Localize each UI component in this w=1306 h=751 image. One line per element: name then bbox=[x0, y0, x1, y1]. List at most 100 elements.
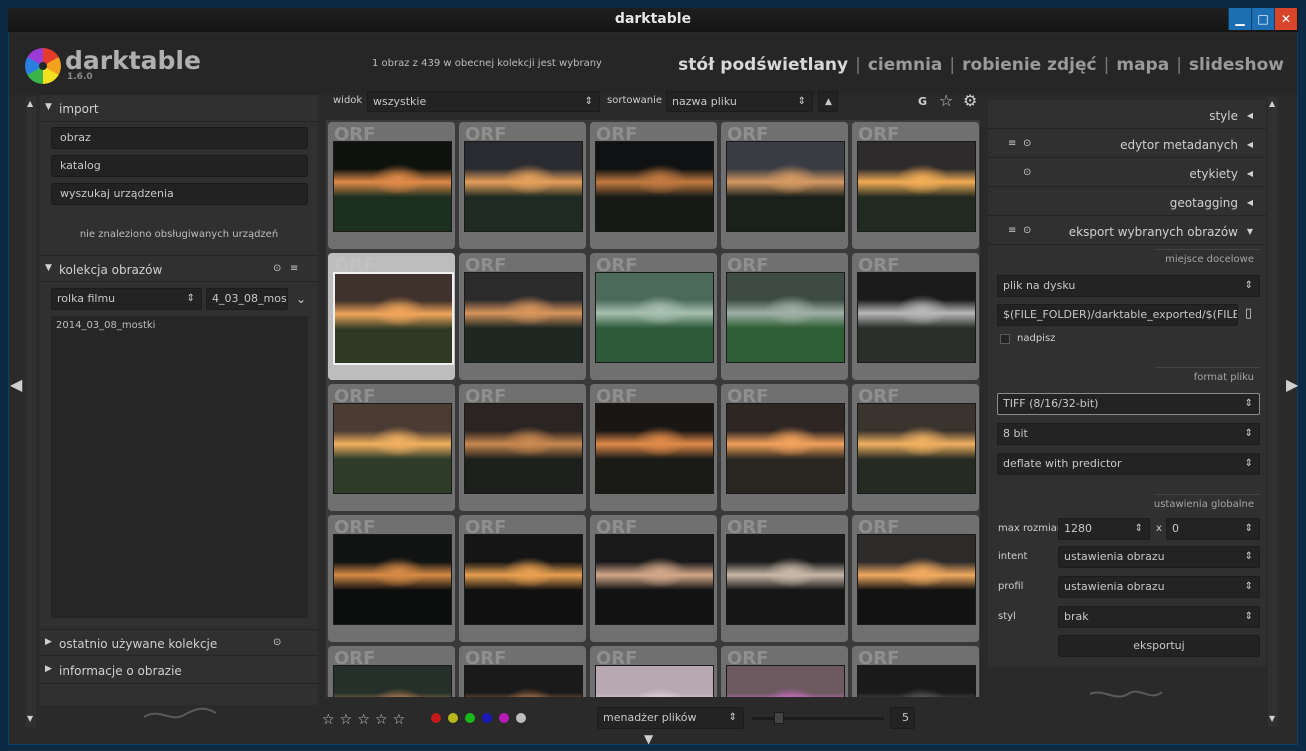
thumbnail[interactable]: ORF bbox=[459, 515, 586, 642]
thumbnail[interactable]: ORF bbox=[459, 646, 586, 697]
collapse-bottom-panel-icon[interactable]: ▼ bbox=[644, 732, 653, 746]
thumbnail[interactable]: ORF bbox=[459, 253, 586, 380]
zoom-slider-track[interactable] bbox=[752, 717, 884, 720]
zoom-input[interactable]: 5 bbox=[890, 707, 915, 729]
color-label-icon[interactable] bbox=[516, 713, 526, 723]
export-module-header[interactable]: ≡ ⊙ eksport wybranych obrazów ▼ bbox=[988, 218, 1266, 245]
scroll-down-icon[interactable]: ▼ bbox=[1269, 714, 1275, 723]
view-filter-combo[interactable]: wszystkie ⇕ bbox=[367, 91, 600, 112]
close-button[interactable]: ✕ bbox=[1274, 8, 1297, 30]
presets-icon[interactable]: ≡ bbox=[1008, 225, 1016, 236]
thumbnail[interactable]: ORF bbox=[852, 253, 979, 380]
color-label-icon[interactable] bbox=[482, 713, 492, 723]
thumbnail[interactable]: ORF bbox=[721, 646, 848, 697]
thumbnail[interactable]: ORF bbox=[590, 122, 717, 249]
thumbnail[interactable]: ORF bbox=[852, 122, 979, 249]
collection-criterion-combo[interactable]: rolka filmu ⇕ bbox=[51, 288, 202, 310]
sort-combo[interactable]: nazwa pliku ⇕ bbox=[666, 91, 813, 112]
thumbnail[interactable]: ORF bbox=[852, 384, 979, 511]
reset-icon[interactable]: ⊙ bbox=[1023, 138, 1031, 149]
star-overlay-icon[interactable]: ☆ bbox=[939, 91, 953, 110]
overwrite-checkbox[interactable] bbox=[1000, 334, 1010, 344]
rating-star-icon[interactable]: ☆ bbox=[357, 712, 370, 728]
rating-star-icon[interactable]: ☆ bbox=[375, 712, 388, 728]
rating-star-icon[interactable]: ☆ bbox=[340, 712, 353, 728]
import-folder-button[interactable]: katalog bbox=[51, 155, 308, 177]
thumbnail[interactable]: ORF bbox=[459, 384, 586, 511]
export-button[interactable]: eksportuj bbox=[1058, 635, 1260, 657]
thumbnail[interactable]: ORF bbox=[328, 646, 455, 697]
reset-icon[interactable]: ⊙ bbox=[273, 263, 281, 274]
gear-icon[interactable]: ⚙ bbox=[963, 91, 977, 110]
grouping-button[interactable]: G bbox=[918, 95, 927, 108]
style-combo[interactable]: brak ⇕ bbox=[1058, 606, 1260, 628]
scroll-up-icon[interactable]: ▲ bbox=[27, 99, 33, 108]
profile-combo[interactable]: ustawienia obrazu ⇕ bbox=[1058, 576, 1260, 598]
presets-icon[interactable]: ≡ bbox=[290, 263, 298, 274]
presets-icon[interactable]: ≡ bbox=[1008, 138, 1016, 149]
export-path-input[interactable]: $(FILE_FOLDER)/darktable_exported/$(FILE… bbox=[997, 304, 1238, 326]
collection-module-header[interactable]: ▼ kolekcja obrazów ⊙ ≡ bbox=[40, 255, 318, 282]
view-lighttable[interactable]: stół podświetlany bbox=[678, 55, 848, 75]
bit-depth-combo[interactable]: 8 bit ⇕ bbox=[997, 423, 1260, 445]
thumbnail[interactable]: ORF bbox=[721, 515, 848, 642]
thumbnail[interactable]: ORF bbox=[852, 515, 979, 642]
maximize-button[interactable]: □ bbox=[1251, 8, 1274, 30]
metadata-module-header[interactable]: ≡ ⊙ edytor metadanych ◀ bbox=[988, 131, 1266, 158]
image-info-header[interactable]: ▶ informacje o obrazie bbox=[40, 657, 318, 684]
import-image-button[interactable]: obraz bbox=[51, 127, 308, 149]
reset-icon[interactable]: ⊙ bbox=[1023, 167, 1031, 178]
reset-icon[interactable]: ⊙ bbox=[273, 637, 281, 648]
collapse-right-panel-icon[interactable]: ▶ bbox=[1286, 375, 1298, 394]
thumbnail[interactable]: ORF bbox=[721, 384, 848, 511]
recent-collections-header[interactable]: ▶ ostatnio używane kolekcje ⊙ bbox=[40, 629, 318, 656]
layout-combo[interactable]: menadżer plików ⇕ bbox=[597, 707, 744, 729]
thumbnail[interactable]: ORF bbox=[590, 253, 717, 380]
chevron-down-icon[interactable]: ⌄ bbox=[296, 292, 306, 306]
thumbnail[interactable]: ORF bbox=[459, 122, 586, 249]
color-label-icon[interactable] bbox=[431, 713, 441, 723]
thumbnail[interactable]: ORF bbox=[721, 253, 848, 380]
zoom-slider-handle[interactable] bbox=[774, 712, 784, 724]
view-slideshow[interactable]: slideshow bbox=[1189, 55, 1284, 75]
rating-star-icon[interactable]: ☆ bbox=[393, 712, 406, 728]
minimize-button[interactable]: ▁ bbox=[1228, 8, 1251, 30]
thumbnail[interactable]: ORF bbox=[721, 122, 848, 249]
max-height-input[interactable]: 0 ⇕ bbox=[1166, 518, 1260, 540]
thumbnail[interactable]: ORF bbox=[590, 515, 717, 642]
format-combo[interactable]: TIFF (8/16/32-bit) ⇕ bbox=[997, 393, 1260, 415]
reset-icon[interactable]: ⊙ bbox=[1023, 225, 1031, 236]
right-scrollbar[interactable] bbox=[1268, 97, 1278, 727]
max-width-input[interactable]: 1280 ⇕ bbox=[1058, 518, 1150, 540]
intent-combo[interactable]: ustawienia obrazu ⇕ bbox=[1058, 546, 1260, 568]
import-module-header[interactable]: ▼ import bbox=[40, 95, 318, 122]
thumbnail-grid[interactable]: ORF ORF ORF ORF ORF ORF ORF ORF ORF ORF ORF ORF ORF O… bbox=[326, 120, 980, 697]
folder-browse-icon[interactable]: ▯ bbox=[1245, 306, 1252, 321]
collection-list[interactable] bbox=[51, 316, 308, 618]
thumbnail[interactable]: ORF bbox=[328, 515, 455, 642]
geotag-module-header[interactable]: geotagging ◀ bbox=[988, 189, 1266, 216]
thumbnail[interactable]: ORF bbox=[328, 253, 455, 380]
styles-module-header[interactable]: style ◀ bbox=[988, 102, 1266, 129]
view-map[interactable]: mapa bbox=[1116, 55, 1169, 75]
collapse-left-panel-icon[interactable]: ◀ bbox=[10, 375, 22, 394]
scroll-up-icon[interactable]: ▲ bbox=[1269, 99, 1275, 108]
compression-combo[interactable]: deflate with predictor ⇕ bbox=[997, 453, 1260, 475]
rating-star-icon[interactable]: ☆ bbox=[322, 712, 335, 728]
sort-direction-button[interactable]: ▲ bbox=[818, 91, 838, 112]
left-scrollbar[interactable] bbox=[26, 97, 36, 727]
thumbnail[interactable]: ORF bbox=[328, 122, 455, 249]
thumbnail[interactable]: ORF bbox=[852, 646, 979, 697]
thumbnail[interactable]: ORF bbox=[590, 646, 717, 697]
view-tethering[interactable]: robienie zdjęć bbox=[962, 55, 1096, 75]
thumbnail[interactable]: ORF bbox=[328, 384, 455, 511]
color-label-icon[interactable] bbox=[448, 713, 458, 723]
view-darkroom[interactable]: ciemnia bbox=[868, 55, 943, 75]
thumbnail[interactable]: ORF bbox=[590, 384, 717, 511]
scroll-down-icon[interactable]: ▼ bbox=[27, 714, 33, 723]
collection-list-item[interactable]: 2014_03_08_mostki bbox=[56, 320, 155, 331]
scan-devices-button[interactable]: wyszukaj urządzenia bbox=[51, 183, 308, 205]
color-label-icon[interactable] bbox=[499, 713, 509, 723]
color-label-icon[interactable] bbox=[465, 713, 475, 723]
storage-combo[interactable]: plik na dysku ⇕ bbox=[997, 275, 1260, 297]
